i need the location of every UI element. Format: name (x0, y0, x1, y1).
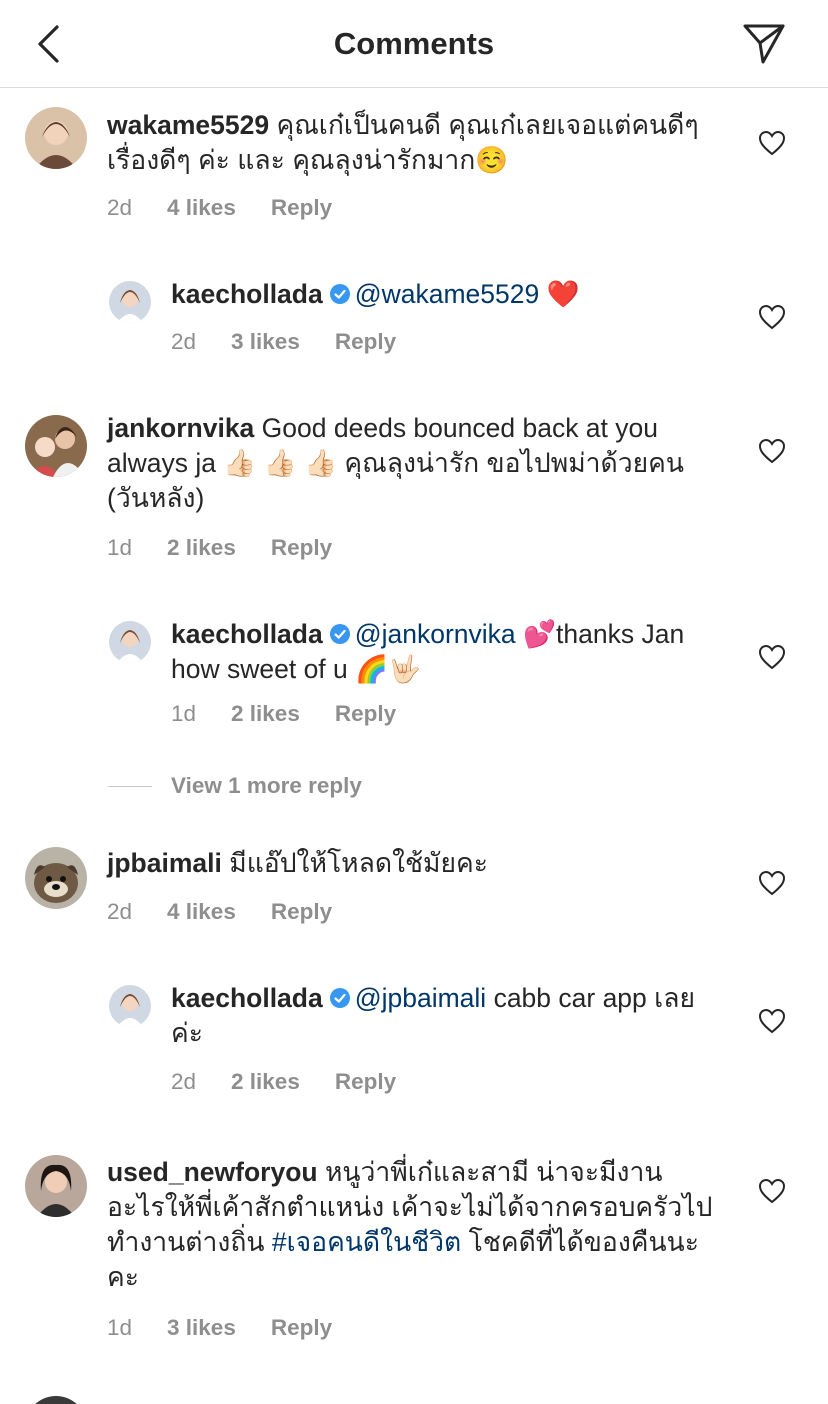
avatar[interactable] (25, 1155, 87, 1217)
reply-meta: 2d 3 likes Reply (171, 329, 431, 355)
avatar[interactable] (25, 415, 87, 477)
comment-text: used_newforyou หนูว่าพี่เก๋และสามี น่าจะ… (107, 1155, 717, 1295)
page-title: Comments (333, 26, 495, 61)
avatar[interactable] (25, 847, 87, 909)
comment-likes[interactable]: 4 likes (167, 899, 236, 925)
avatar[interactable] (25, 107, 87, 169)
reply-text: kaechollada @jpbaimali cabb car app เลยค่… (171, 981, 717, 1051)
reply-meta: 2d 2 likes Reply (171, 1069, 431, 1095)
comment-username[interactable]: used_newforyou (107, 1157, 318, 1187)
comment-meta: 1d 2 likes Reply (107, 535, 367, 561)
share-button[interactable] (740, 20, 788, 68)
heart-icon[interactable] (758, 870, 786, 896)
comment-text: wakame5529 คุณเก๋เป็นคนดี คุณเก๋เลยเจอแต… (107, 108, 717, 178)
comment-username[interactable]: wakame5529 (107, 110, 269, 140)
comment-time: 1d (107, 1315, 133, 1340)
reply-text: kaechollada @wakame5529 ❤️ (171, 277, 717, 312)
mention-link[interactable]: @jankornvika (355, 619, 516, 649)
reply-button[interactable]: Reply (271, 535, 332, 561)
mention-link[interactable]: @wakame5529 (355, 279, 540, 309)
reply-time: 2d (171, 329, 197, 354)
comment-time: 2d (107, 899, 133, 924)
hashtag-link[interactable]: #เจอคนดีในชีวิต (272, 1227, 461, 1257)
reply-button[interactable]: Reply (335, 329, 396, 355)
reply-text: kaechollada @jankornvika 💕thanks Jan how … (171, 617, 717, 687)
avatar[interactable] (25, 1396, 87, 1404)
reply-username[interactable]: kaechollada (171, 619, 323, 649)
reply-button[interactable]: Reply (271, 1315, 332, 1341)
reply-username[interactable]: kaechollada (171, 983, 323, 1013)
reply-time: 1d (171, 701, 197, 726)
comment-text: jankornvika Good deeds bounced back at y… (107, 411, 717, 516)
avatar[interactable] (109, 985, 151, 1027)
reply-button[interactable]: Reply (271, 195, 332, 221)
avatar[interactable] (109, 281, 151, 323)
heart-icon[interactable] (758, 130, 786, 156)
reply-button[interactable]: Reply (335, 701, 396, 727)
reply-button[interactable]: Reply (271, 899, 332, 925)
comment-likes[interactable]: 2 likes (167, 535, 236, 561)
reply-meta: 1d 2 likes Reply (171, 701, 431, 727)
comment-meta: 1d 3 likes Reply (107, 1315, 367, 1341)
avatar[interactable] (109, 621, 151, 663)
verified-badge-icon (329, 284, 350, 304)
reply-likes[interactable]: 2 likes (231, 701, 300, 727)
divider-line (108, 785, 152, 787)
heart-icon[interactable] (758, 1178, 786, 1204)
comment-meta: 2d 4 likes Reply (107, 899, 367, 925)
reply-username[interactable]: kaechollada (171, 279, 323, 309)
comment-username[interactable]: jpbaimali (107, 848, 222, 878)
heart-icon[interactable] (758, 438, 786, 464)
heart-icon[interactable] (758, 644, 786, 670)
view-more-label: View 1 more reply (171, 773, 362, 798)
reply-time: 2d (171, 1069, 197, 1094)
reply-body: ❤️ (539, 279, 580, 309)
comment-time: 2d (107, 195, 133, 220)
comment-text: jpbaimali มีแอ๊ปให้โหลดใช้มัยคะ (107, 846, 717, 881)
reply-likes[interactable]: 3 likes (231, 329, 300, 355)
header-bar: Comments (0, 0, 828, 88)
mention-link[interactable]: @jpbaimali (355, 983, 486, 1013)
verified-badge-icon (329, 624, 350, 644)
view-more-replies[interactable]: View 1 more reply (108, 771, 362, 801)
verified-badge-icon (329, 988, 350, 1008)
reply-likes[interactable]: 2 likes (231, 1069, 300, 1095)
heart-icon[interactable] (758, 304, 786, 330)
comment-username[interactable]: jankornvika (107, 413, 254, 443)
paper-plane-icon (743, 24, 785, 64)
comment-body: มีแอ๊ปให้โหลดใช้มัยคะ (229, 848, 488, 878)
comment-time: 1d (107, 535, 133, 560)
comment-meta: 2d 4 likes Reply (107, 195, 367, 221)
reply-button[interactable]: Reply (335, 1069, 396, 1095)
comment-likes[interactable]: 3 likes (167, 1315, 236, 1341)
comment-likes[interactable]: 4 likes (167, 195, 236, 221)
heart-icon[interactable] (758, 1008, 786, 1034)
